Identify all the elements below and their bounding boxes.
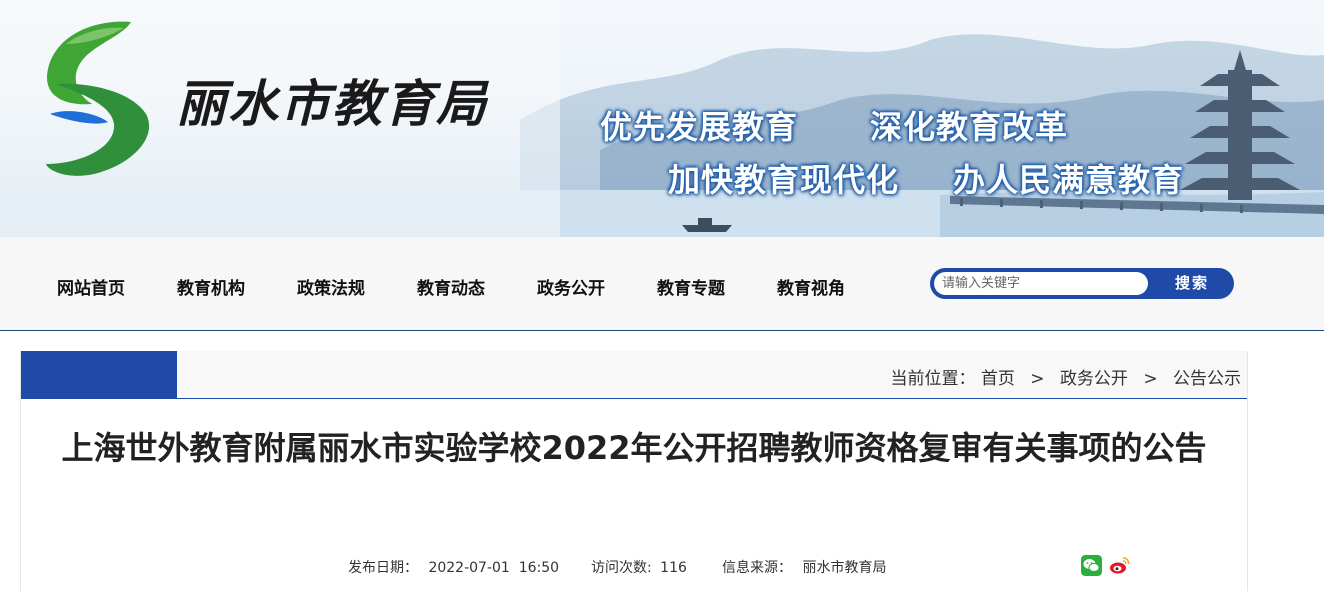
visit-count-value: 116: [660, 560, 687, 576]
publish-date-value: 2022-07-01 16:50: [428, 560, 560, 576]
search-bar: 搜索: [930, 268, 1234, 299]
nav-item-topics[interactable]: 教育专题: [657, 274, 725, 299]
breadcrumb-separator: >: [1030, 369, 1045, 389]
slogan-text: 加快教育现代化: [668, 161, 900, 199]
nav-item-policies[interactable]: 政策法规: [297, 274, 365, 299]
nav-item-home[interactable]: 网站首页: [57, 274, 125, 299]
breadcrumb-prefix: 当前位置：: [890, 369, 976, 389]
nav-item-perspective[interactable]: 教育视角: [777, 274, 845, 299]
nav-item-news[interactable]: 教育动态: [417, 274, 485, 299]
source-value: 丽水市教育局: [802, 560, 887, 576]
header-banner: 丽水市教育局 优先发展教育 深化教育改革 加快教育现代化 办人民满意教育: [0, 0, 1324, 237]
search-input[interactable]: [934, 272, 1148, 295]
source-label: 信息来源：: [722, 560, 792, 576]
visit-count-meta: 访问次数: 116: [591, 557, 687, 577]
slogan-text: 办人民满意教育: [953, 161, 1185, 199]
search-button[interactable]: 搜索: [1162, 273, 1222, 294]
weibo-icon[interactable]: [1109, 555, 1130, 576]
breadcrumb-item-home[interactable]: 首页: [981, 364, 1015, 389]
publish-date-label: 发布日期：: [348, 560, 418, 576]
main-nav: 网站首页 教育机构 政策法规 教育动态 政务公开 教育专题 教育视角 搜索: [0, 237, 1324, 331]
article-title: 上海世外教育附属丽水市实验学校2022年公开招聘教师资格复审有关事项的公告: [61, 429, 1207, 467]
slogan-text: 优先发展教育: [600, 108, 799, 146]
article-container: 当前位置： 首页 > 政务公开 > 公告公示 上海世外教育附属丽水市实验学校20…: [20, 351, 1248, 591]
source-meta: 信息来源： 丽水市教育局: [722, 557, 886, 577]
site-name: 丽水市教育局: [176, 74, 488, 133]
breadcrumb-accent: [21, 351, 177, 399]
breadcrumb-item-notices[interactable]: 公告公示: [1173, 364, 1241, 389]
breadcrumb-trail: 当前位置： 首页 > 政务公开 > 公告公示: [890, 364, 1241, 389]
nav-item-institutions[interactable]: 教育机构: [177, 274, 245, 299]
breadcrumb: 当前位置： 首页 > 政务公开 > 公告公示: [21, 351, 1247, 399]
nav-item-gov-affairs[interactable]: 政务公开: [537, 274, 605, 299]
breadcrumb-item-gov-affairs[interactable]: 政务公开: [1060, 364, 1128, 389]
visit-count-label: 访问次数:: [591, 560, 652, 576]
logo-icon: [46, 21, 150, 176]
wechat-icon[interactable]: [1081, 555, 1102, 576]
breadcrumb-separator: >: [1143, 369, 1158, 389]
publish-date-meta: 发布日期： 2022-07-01 16:50: [348, 557, 559, 577]
slogan-text: 深化教育改革: [870, 108, 1069, 146]
